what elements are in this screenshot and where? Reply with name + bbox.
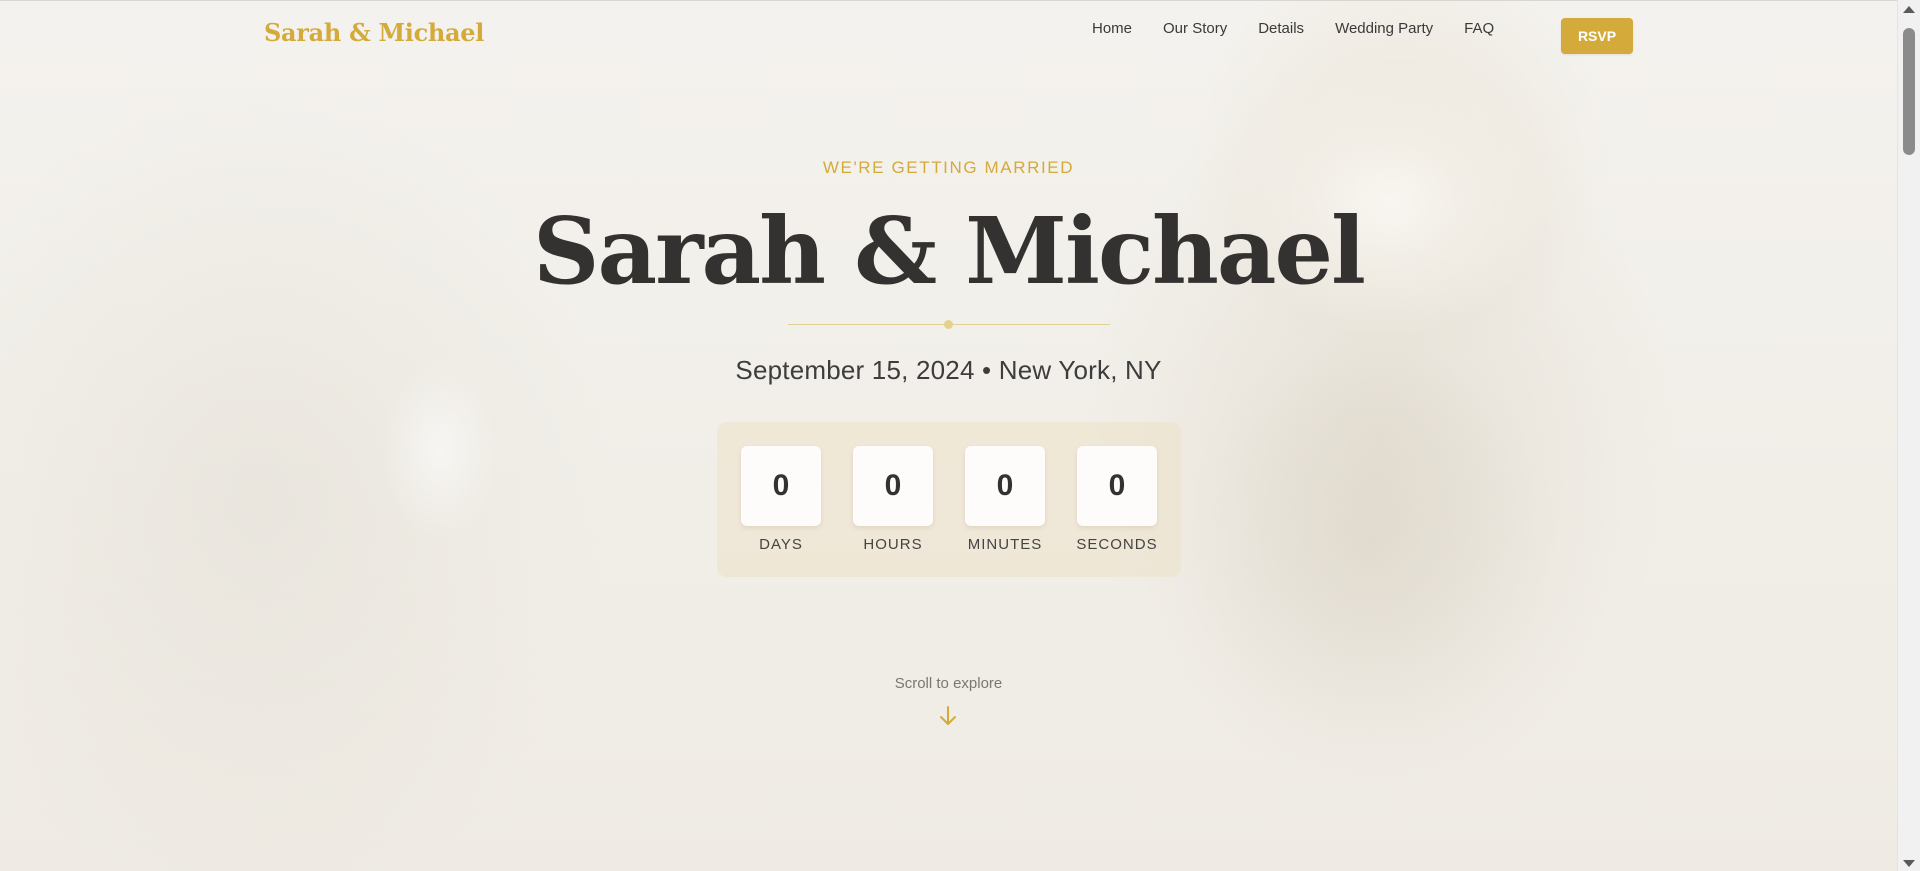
countdown-panel: 0 DAYS 0 HOURS 0 MINUTES 0 SECONDS [717,422,1181,577]
nav-link-faq[interactable]: FAQ [1464,20,1494,37]
countdown-seconds-value: 0 [1077,446,1157,526]
scroll-up-icon[interactable] [1903,6,1915,13]
countdown-minutes-value: 0 [965,446,1045,526]
nav-link-wedding-party[interactable]: Wedding Party [1335,20,1433,37]
countdown-hours: 0 HOURS [853,446,933,577]
main-area: Sarah & Michael Home Our Story Details W… [0,0,1897,871]
scroll-down-icon[interactable] [1903,860,1915,867]
countdown-hours-value: 0 [853,446,933,526]
nav-link-details[interactable]: Details [1258,20,1304,37]
countdown-days-value: 0 [741,446,821,526]
rsvp-button[interactable]: RSVP [1561,18,1633,54]
nav-link-home[interactable]: Home [1092,20,1132,37]
scroll-hint-text[interactable]: Scroll to explore [0,675,1897,692]
countdown-minutes-label: MINUTES [967,536,1043,553]
scrollbar-thumb[interactable] [1903,28,1915,155]
page-scrollbar[interactable] [1897,0,1920,871]
hero-title: Sarah & Michael [533,197,1366,305]
countdown-days-label: DAYS [759,536,803,553]
date-location: September 15, 2024 • New York, NY [735,355,1162,385]
background-left-shape [380,360,500,540]
top-border [0,0,1897,1]
divider-dot [944,320,953,329]
countdown-seconds-label: SECONDS [1076,536,1158,553]
arrow-down-icon[interactable] [938,705,958,727]
brand-logo[interactable]: Sarah & Michael [264,18,484,47]
countdown-seconds: 0 SECONDS [1076,446,1158,577]
nav-link-our-story[interactable]: Our Story [1163,20,1227,37]
countdown-days: 0 DAYS [741,446,821,577]
countdown-hours-label: HOURS [863,536,923,553]
main-nav: Home Our Story Details Wedding Party FAQ [1092,18,1494,38]
page: Sarah & Michael Home Our Story Details W… [0,0,1920,871]
countdown-minutes: 0 MINUTES [965,446,1045,577]
hero-eyebrow: WE'RE GETTING MARRIED [822,158,1075,177]
